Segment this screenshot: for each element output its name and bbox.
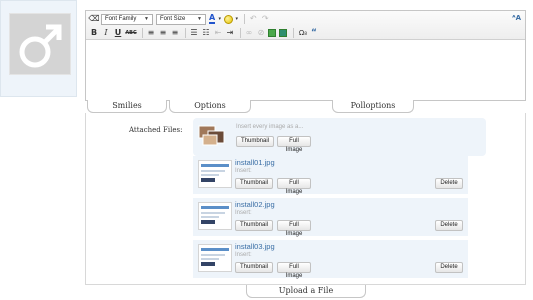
insert-full-image-button[interactable]: Full Image [277, 220, 311, 237]
redo-icon[interactable]: ↷ [260, 14, 270, 24]
insert-thumbnail-button[interactable]: Thumbnail [235, 220, 273, 231]
attachment-row: install01.jpg Insert: Thumbnail Full Ima… [193, 156, 468, 195]
toolbar-divider [240, 28, 241, 38]
file-name-link[interactable]: install01.jpg [235, 158, 275, 167]
media-icon[interactable] [279, 29, 287, 37]
align-left-icon[interactable]: ≡ [146, 28, 156, 38]
font-family-label: Font Family [105, 15, 137, 22]
images-stack-icon [198, 125, 225, 146]
unordered-list-icon[interactable]: ☰ [189, 28, 199, 38]
text-size-icon[interactable]: ᴬA [512, 14, 521, 22]
insert-label: Insert: [235, 252, 252, 258]
toolbar-divider [293, 28, 294, 38]
insert-thumbnail-button[interactable]: Thumbnail [235, 178, 273, 189]
attachment-row: install02.jpg Insert: Thumbnail Full Ima… [193, 198, 468, 237]
smiley-dropdown-icon[interactable]: ▾ [234, 14, 239, 24]
font-family-select[interactable]: Font Family ▼ [101, 13, 153, 25]
toolbar-divider [244, 14, 246, 24]
tab-polloptions[interactable]: Polloptions [332, 100, 414, 113]
insert-full-image-button[interactable]: Full Image [277, 178, 311, 195]
image-icon[interactable] [268, 29, 276, 37]
align-right-icon[interactable]: ≡ [170, 28, 180, 38]
toolbar-row-2: B I U ABC ≡ ≡ ≡ ☰ ☷ ⇤ ⇥ ∞ ⊘ Ω₈ “ [89, 27, 317, 39]
code-icon[interactable]: Ω₈ [297, 28, 309, 38]
male-symbol-icon [19, 24, 62, 68]
italic-icon[interactable]: I [101, 28, 111, 38]
toolbar-divider [142, 28, 143, 38]
bold-icon[interactable]: B [89, 28, 99, 38]
link-icon[interactable]: ∞ [244, 28, 254, 38]
insert-label: Insert: [235, 210, 252, 216]
toolbar-divider [185, 28, 186, 38]
tab-options[interactable]: Options [169, 100, 251, 113]
avatar[interactable] [9, 13, 71, 75]
bulk-insert-hint: Insert every image as a... [236, 124, 304, 130]
tab-polloptions-label: Polloptions [350, 101, 396, 110]
attachment-row: install03.jpg Insert: Thumbnail Full Ima… [193, 240, 468, 279]
underline-icon[interactable]: U [113, 28, 123, 38]
smiley-icon[interactable] [224, 14, 234, 24]
insert-label: Insert: [235, 168, 252, 174]
file-name-link[interactable]: install03.jpg [235, 242, 275, 251]
delete-file-button[interactable]: Delete [435, 220, 463, 231]
quote-icon[interactable]: “ [311, 28, 317, 38]
font-color-dropdown-icon[interactable]: ▾ [217, 14, 222, 24]
tab-smilies-label: Smilies [112, 101, 142, 110]
upload-file-label: Upload a File [278, 286, 334, 295]
eraser-icon[interactable]: ⌫ [88, 14, 99, 24]
chevron-down-icon: ▼ [144, 15, 149, 22]
delete-file-button[interactable]: Delete [435, 262, 463, 273]
font-size-select[interactable]: Font Size ▼ [156, 13, 206, 25]
ordered-list-icon[interactable]: ☷ [201, 28, 211, 38]
font-color-icon[interactable]: A [209, 14, 216, 24]
attached-files-label: Attached Files: [129, 126, 183, 134]
file-thumbnail[interactable] [198, 244, 232, 272]
bulk-insert-panel: Insert every image as a... Thumbnail Ful… [193, 118, 486, 156]
insert-full-image-button[interactable]: Full Image [277, 262, 311, 279]
unlink-icon[interactable]: ⊘ [256, 28, 266, 38]
chevron-down-icon: ▼ [197, 15, 202, 22]
font-size-label: Font Size [160, 15, 186, 22]
align-center-icon[interactable]: ≡ [158, 28, 168, 38]
outdent-icon[interactable]: ⇤ [213, 28, 223, 38]
strikethrough-icon[interactable]: ABC [125, 28, 137, 38]
editor-toolbar: ⌫ Font Family ▼ Font Size ▼ A ▾ ▾ ↶ ↷ ᴬA B… [86, 11, 525, 40]
delete-file-button[interactable]: Delete [435, 178, 463, 189]
insert-all-full-image-button[interactable]: Full Image [277, 136, 311, 153]
file-thumbnail[interactable] [198, 160, 232, 188]
insert-all-thumbnail-button[interactable]: Thumbnail [236, 136, 274, 147]
file-thumbnail[interactable] [198, 202, 232, 230]
editor-text-area[interactable] [86, 40, 525, 101]
insert-thumbnail-button[interactable]: Thumbnail [235, 262, 273, 273]
tab-options-label: Options [194, 101, 226, 110]
avatar-panel [0, 0, 77, 97]
indent-icon[interactable]: ⇥ [225, 28, 235, 38]
upload-file-tab[interactable]: Upload a File [246, 285, 366, 298]
toolbar-row-1: ⌫ Font Family ▼ Font Size ▼ A ▾ ▾ ↶ ↷ [88, 13, 272, 25]
tab-smilies[interactable]: Smilies [87, 100, 167, 113]
message-editor: ⌫ Font Family ▼ Font Size ▼ A ▾ ▾ ↶ ↷ ᴬA B… [85, 10, 526, 101]
undo-icon[interactable]: ↶ [248, 14, 258, 24]
file-name-link[interactable]: install02.jpg [235, 200, 275, 209]
